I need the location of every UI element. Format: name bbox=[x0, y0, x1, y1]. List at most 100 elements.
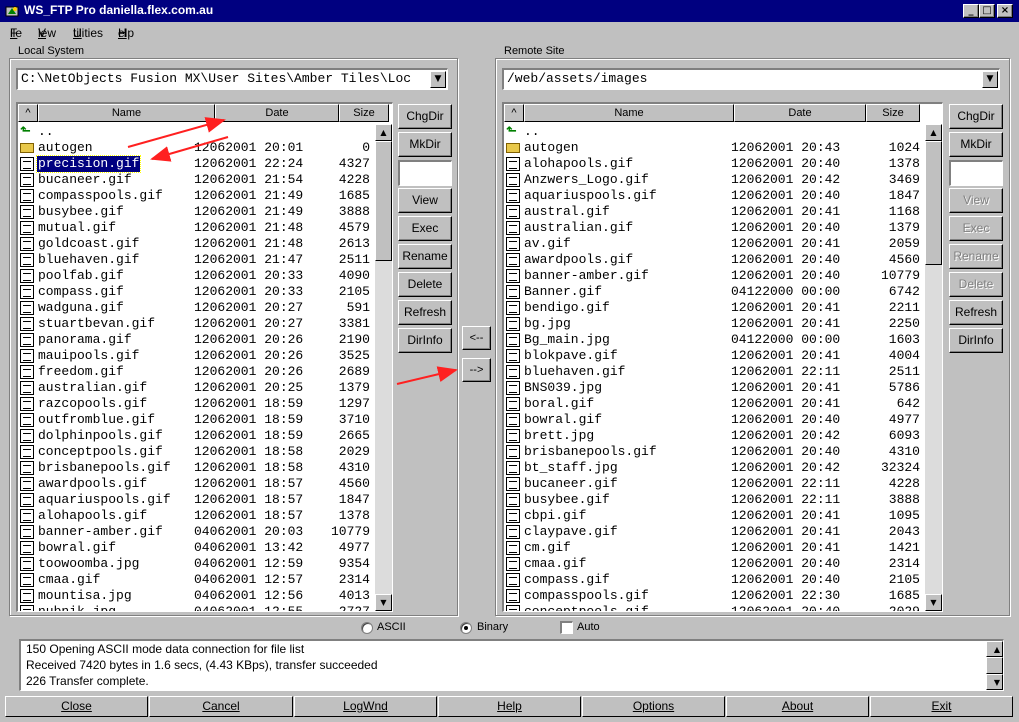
local-header-size[interactable]: Size bbox=[339, 104, 389, 122]
local-scroll-down-button[interactable]: ▼ bbox=[375, 594, 392, 611]
remote-rename-button[interactable]: Rename bbox=[949, 244, 1003, 269]
file-row[interactable]: bucaneer.gif 12062001 22:11 4228 bbox=[504, 476, 925, 492]
help-button[interactable]: Help bbox=[438, 696, 581, 717]
local-path-dropdown-button[interactable]: ▼ bbox=[430, 71, 446, 88]
options-button[interactable]: Options bbox=[582, 696, 725, 717]
local-scroll-thumb[interactable] bbox=[375, 141, 392, 261]
local-filter-input[interactable] bbox=[398, 160, 452, 186]
exit-button[interactable]: Exit bbox=[870, 696, 1013, 717]
close-button[interactable]: Close bbox=[5, 696, 148, 717]
local-sort-button[interactable]: ^ bbox=[18, 104, 38, 122]
file-row[interactable]: Bg_main.jpg 04122000 00:00 1603 bbox=[504, 332, 925, 348]
file-row[interactable]: Banner.gif 04122000 00:00 6742 bbox=[504, 284, 925, 300]
remote-scroll-up-button[interactable]: ▲ bbox=[925, 124, 942, 141]
local-scrollbar[interactable]: ▲ ▼ bbox=[375, 124, 392, 611]
file-row[interactable]: BNS039.jpg 12062001 20:41 5786 bbox=[504, 380, 925, 396]
file-row[interactable]: compasspools.gif 12062001 21:49 1685 bbox=[18, 188, 375, 204]
file-row[interactable]: ⬑.. bbox=[18, 124, 375, 140]
file-row[interactable]: goldcoast.gif 12062001 21:48 2613 bbox=[18, 236, 375, 252]
file-row[interactable]: cmaa.gif 04062001 12:57 2314 bbox=[18, 572, 375, 588]
remote-delete-button[interactable]: Delete bbox=[949, 272, 1003, 297]
file-row[interactable]: av.gif 12062001 20:41 2059 bbox=[504, 236, 925, 252]
file-row[interactable]: bowral.gif 12062001 20:40 4977 bbox=[504, 412, 925, 428]
file-row[interactable]: Anzwers_Logo.gif 12062001 20:42 3469 bbox=[504, 172, 925, 188]
remote-chgdir-button[interactable]: ChgDir bbox=[949, 104, 1003, 129]
file-row[interactable]: brisbanepools.gif 12062001 18:58 4310 bbox=[18, 460, 375, 476]
local-path-combo[interactable]: C:\NetObjects Fusion MX\User Sites\Amber… bbox=[16, 68, 448, 90]
local-refresh-button[interactable]: Refresh bbox=[398, 300, 452, 325]
local-dirinfo-button[interactable]: DirInfo bbox=[398, 328, 452, 353]
file-row[interactable]: precision.gif 12062001 22:24 4327 bbox=[18, 155, 375, 173]
about-button[interactable]: About bbox=[726, 696, 869, 717]
remote-exec-button[interactable]: Exec bbox=[949, 216, 1003, 241]
file-row[interactable]: brett.jpg 12062001 20:42 6093 bbox=[504, 428, 925, 444]
remote-scroll-thumb[interactable] bbox=[925, 141, 942, 265]
file-row[interactable]: razcopools.gif 12062001 18:59 1297 bbox=[18, 396, 375, 412]
auto-checkbox[interactable] bbox=[560, 621, 573, 634]
file-row[interactable]: alohapools.gif 12062001 20:40 1378 bbox=[504, 156, 925, 172]
local-rename-button[interactable]: Rename bbox=[398, 244, 452, 269]
remote-mkdir-button[interactable]: MkDir bbox=[949, 132, 1003, 157]
file-row[interactable]: dolphinpools.gif 12062001 18:59 2665 bbox=[18, 428, 375, 444]
file-row[interactable]: bt_staff.jpg 12062001 20:42 32324 bbox=[504, 460, 925, 476]
local-header-name[interactable]: Name bbox=[38, 104, 215, 122]
file-row[interactable]: cmaa.gif 12062001 20:40 2314 bbox=[504, 556, 925, 572]
file-row[interactable]: busybee.gif 12062001 21:49 3888 bbox=[18, 204, 375, 220]
log-window[interactable]: 150 Opening ASCII mode data connection f… bbox=[19, 639, 1004, 691]
local-mkdir-button[interactable]: MkDir bbox=[398, 132, 452, 157]
file-row[interactable]: bucaneer.gif 12062001 21:54 4228 bbox=[18, 172, 375, 188]
file-row[interactable]: awardpools.gif 12062001 18:57 4560 bbox=[18, 476, 375, 492]
file-row[interactable]: outfromblue.gif 12062001 18:59 3710 bbox=[18, 412, 375, 428]
file-row[interactable]: compasspools.gif 12062001 22:30 1685 bbox=[504, 588, 925, 604]
file-row[interactable]: compass.gif 12062001 20:40 2105 bbox=[504, 572, 925, 588]
cancel-button[interactable]: Cancel bbox=[149, 696, 293, 717]
file-row[interactable]: freedom.gif 12062001 20:26 2689 bbox=[18, 364, 375, 380]
file-row[interactable]: aquariuspools.gif 12062001 18:57 1847 bbox=[18, 492, 375, 508]
remote-path-combo[interactable]: /web/assets/images ▼ bbox=[502, 68, 1000, 90]
remote-file-list[interactable]: ^ Name Date Size ⬑.. autogen 12062001 20:4… bbox=[502, 102, 943, 612]
file-row[interactable]: mutual.gif 12062001 21:48 4579 bbox=[18, 220, 375, 236]
file-row[interactable]: autogen 12062001 20:43 1024 bbox=[504, 140, 925, 156]
file-row[interactable]: ⬑.. bbox=[504, 124, 925, 140]
binary-radio[interactable] bbox=[460, 622, 472, 634]
file-row[interactable]: banner-amber.gif 12062001 20:40 10779 bbox=[504, 268, 925, 284]
local-view-button[interactable]: View bbox=[398, 188, 452, 213]
remote-header-date[interactable]: Date bbox=[734, 104, 866, 122]
remote-view-button[interactable]: View bbox=[949, 188, 1003, 213]
log-scroll-down-button[interactable]: ▼ bbox=[986, 674, 1003, 690]
file-row[interactable]: conceptpools.gif 12062001 18:58 2029 bbox=[18, 444, 375, 460]
file-row[interactable]: mauipools.gif 12062001 20:26 3525 bbox=[18, 348, 375, 364]
file-row[interactable]: nubnik.jpg 04062001 12:55 2727 bbox=[18, 604, 375, 611]
file-row[interactable]: australian.gif 12062001 20:25 1379 bbox=[18, 380, 375, 396]
close-window-button[interactable]: × bbox=[997, 4, 1013, 18]
local-scroll-up-button[interactable]: ▲ bbox=[375, 124, 392, 141]
file-row[interactable]: bowral.gif 04062001 13:42 4977 bbox=[18, 540, 375, 556]
file-row[interactable]: compass.gif 12062001 20:33 2105 bbox=[18, 284, 375, 300]
local-chgdir-button[interactable]: ChgDir bbox=[398, 104, 452, 129]
logwnd-button[interactable]: LogWnd bbox=[294, 696, 437, 717]
file-row[interactable]: boral.gif 12062001 20:41 642 bbox=[504, 396, 925, 412]
file-row[interactable]: austral.gif 12062001 20:41 1168 bbox=[504, 204, 925, 220]
file-row[interactable]: bluehaven.gif 12062001 21:47 2511 bbox=[18, 252, 375, 268]
remote-dirinfo-button[interactable]: DirInfo bbox=[949, 328, 1003, 353]
remote-scroll-down-button[interactable]: ▼ bbox=[925, 594, 942, 611]
local-file-list[interactable]: ^ Name Date Size ⬑.. autogen 12062001 20:0… bbox=[16, 102, 393, 612]
file-row[interactable]: bluehaven.gif 12062001 22:11 2511 bbox=[504, 364, 925, 380]
transfer-to-remote-button[interactable]: --> bbox=[462, 358, 491, 382]
file-row[interactable]: blokpave.gif 12062001 20:41 4004 bbox=[504, 348, 925, 364]
maximize-button[interactable]: □ bbox=[979, 4, 995, 18]
remote-header-size[interactable]: Size bbox=[866, 104, 920, 122]
file-row[interactable]: cm.gif 12062001 20:41 1421 bbox=[504, 540, 925, 556]
remote-header-name[interactable]: Name bbox=[524, 104, 734, 122]
local-delete-button[interactable]: Delete bbox=[398, 272, 452, 297]
file-row[interactable]: panorama.gif 12062001 20:26 2190 bbox=[18, 332, 375, 348]
file-row[interactable]: bg.jpg 12062001 20:41 2250 bbox=[504, 316, 925, 332]
log-scroll-thumb[interactable] bbox=[986, 657, 1003, 674]
file-row[interactable]: wadguna.gif 12062001 20:27 591 bbox=[18, 300, 375, 316]
file-row[interactable]: toowoomba.jpg 04062001 12:59 9354 bbox=[18, 556, 375, 572]
file-row[interactable]: stuartbevan.gif 12062001 20:27 3381 bbox=[18, 316, 375, 332]
minimize-button[interactable]: _ bbox=[963, 4, 979, 18]
remote-refresh-button[interactable]: Refresh bbox=[949, 300, 1003, 325]
remote-sort-button[interactable]: ^ bbox=[504, 104, 524, 122]
transfer-to-local-button[interactable]: <-- bbox=[462, 326, 491, 350]
